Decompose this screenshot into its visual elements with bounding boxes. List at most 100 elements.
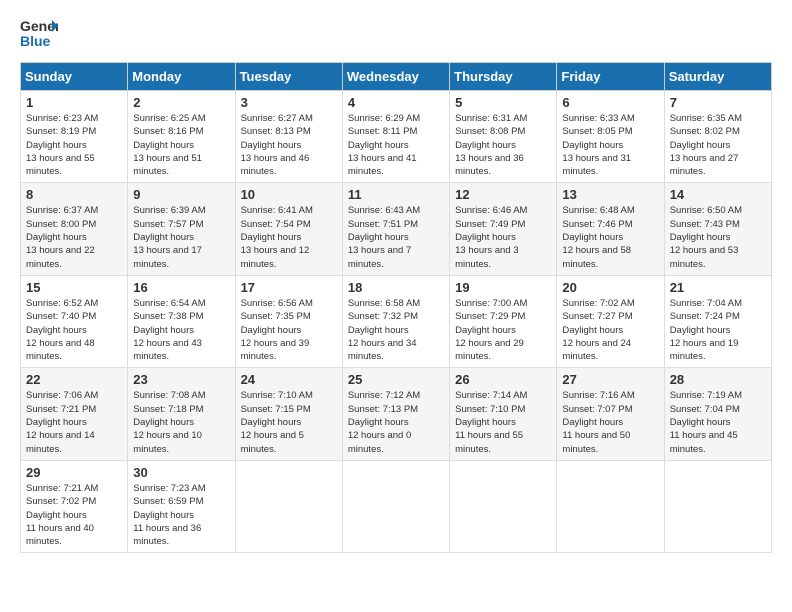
day-cell-9: 9 Sunrise: 6:39 AM Sunset: 7:57 PM Dayli…: [128, 183, 235, 275]
day-number: 12: [455, 187, 551, 202]
day-header-sunday: Sunday: [21, 63, 128, 91]
day-info: Sunrise: 7:08 AM Sunset: 7:18 PM Dayligh…: [133, 389, 229, 455]
day-cell-27: 27 Sunrise: 7:16 AM Sunset: 7:07 PM Dayl…: [557, 368, 664, 460]
day-info: Sunrise: 6:52 AM Sunset: 7:40 PM Dayligh…: [26, 297, 122, 363]
day-number: 4: [348, 95, 444, 110]
day-cell-3: 3 Sunrise: 6:27 AM Sunset: 8:13 PM Dayli…: [235, 91, 342, 183]
day-cell-4: 4 Sunrise: 6:29 AM Sunset: 8:11 PM Dayli…: [342, 91, 449, 183]
empty-cell: [450, 460, 557, 552]
day-cell-14: 14 Sunrise: 6:50 AM Sunset: 7:43 PM Dayl…: [664, 183, 771, 275]
day-info: Sunrise: 7:23 AM Sunset: 6:59 PM Dayligh…: [133, 482, 229, 548]
day-number: 7: [670, 95, 766, 110]
day-cell-13: 13 Sunrise: 6:48 AM Sunset: 7:46 PM Dayl…: [557, 183, 664, 275]
day-number: 6: [562, 95, 658, 110]
page-container: General Blue SundayMondayTuesdayWednesda…: [0, 0, 792, 565]
day-info: Sunrise: 7:14 AM Sunset: 7:10 PM Dayligh…: [455, 389, 551, 455]
day-info: Sunrise: 7:02 AM Sunset: 7:27 PM Dayligh…: [562, 297, 658, 363]
day-number: 2: [133, 95, 229, 110]
day-number: 25: [348, 372, 444, 387]
week-row-5: 29 Sunrise: 7:21 AM Sunset: 7:02 PM Dayl…: [21, 460, 772, 552]
week-row-2: 8 Sunrise: 6:37 AM Sunset: 8:00 PM Dayli…: [21, 183, 772, 275]
day-cell-20: 20 Sunrise: 7:02 AM Sunset: 7:27 PM Dayl…: [557, 275, 664, 367]
day-number: 11: [348, 187, 444, 202]
day-info: Sunrise: 7:04 AM Sunset: 7:24 PM Dayligh…: [670, 297, 766, 363]
day-cell-29: 29 Sunrise: 7:21 AM Sunset: 7:02 PM Dayl…: [21, 460, 128, 552]
day-cell-6: 6 Sunrise: 6:33 AM Sunset: 8:05 PM Dayli…: [557, 91, 664, 183]
day-cell-26: 26 Sunrise: 7:14 AM Sunset: 7:10 PM Dayl…: [450, 368, 557, 460]
day-number: 10: [241, 187, 337, 202]
day-number: 24: [241, 372, 337, 387]
day-info: Sunrise: 7:19 AM Sunset: 7:04 PM Dayligh…: [670, 389, 766, 455]
day-info: Sunrise: 6:33 AM Sunset: 8:05 PM Dayligh…: [562, 112, 658, 178]
day-number: 1: [26, 95, 122, 110]
day-info: Sunrise: 6:43 AM Sunset: 7:51 PM Dayligh…: [348, 204, 444, 270]
logo: General Blue: [20, 16, 58, 52]
day-info: Sunrise: 6:48 AM Sunset: 7:46 PM Dayligh…: [562, 204, 658, 270]
day-number: 14: [670, 187, 766, 202]
day-cell-2: 2 Sunrise: 6:25 AM Sunset: 8:16 PM Dayli…: [128, 91, 235, 183]
day-number: 22: [26, 372, 122, 387]
day-info: Sunrise: 7:21 AM Sunset: 7:02 PM Dayligh…: [26, 482, 122, 548]
day-info: Sunrise: 6:56 AM Sunset: 7:35 PM Dayligh…: [241, 297, 337, 363]
calendar-table: SundayMondayTuesdayWednesdayThursdayFrid…: [20, 62, 772, 553]
week-row-3: 15 Sunrise: 6:52 AM Sunset: 7:40 PM Dayl…: [21, 275, 772, 367]
header: General Blue: [20, 16, 772, 52]
day-number: 15: [26, 280, 122, 295]
day-cell-19: 19 Sunrise: 7:00 AM Sunset: 7:29 PM Dayl…: [450, 275, 557, 367]
empty-cell: [342, 460, 449, 552]
day-cell-7: 7 Sunrise: 6:35 AM Sunset: 8:02 PM Dayli…: [664, 91, 771, 183]
day-number: 27: [562, 372, 658, 387]
logo-svg: General Blue: [20, 16, 58, 52]
day-info: Sunrise: 6:41 AM Sunset: 7:54 PM Dayligh…: [241, 204, 337, 270]
day-info: Sunrise: 6:35 AM Sunset: 8:02 PM Dayligh…: [670, 112, 766, 178]
week-row-4: 22 Sunrise: 7:06 AM Sunset: 7:21 PM Dayl…: [21, 368, 772, 460]
svg-text:Blue: Blue: [20, 33, 51, 49]
day-cell-25: 25 Sunrise: 7:12 AM Sunset: 7:13 PM Dayl…: [342, 368, 449, 460]
day-number: 17: [241, 280, 337, 295]
day-header-wednesday: Wednesday: [342, 63, 449, 91]
day-header-thursday: Thursday: [450, 63, 557, 91]
day-info: Sunrise: 6:58 AM Sunset: 7:32 PM Dayligh…: [348, 297, 444, 363]
day-info: Sunrise: 6:37 AM Sunset: 8:00 PM Dayligh…: [26, 204, 122, 270]
empty-cell: [664, 460, 771, 552]
day-number: 30: [133, 465, 229, 480]
day-info: Sunrise: 7:12 AM Sunset: 7:13 PM Dayligh…: [348, 389, 444, 455]
day-info: Sunrise: 6:25 AM Sunset: 8:16 PM Dayligh…: [133, 112, 229, 178]
day-number: 9: [133, 187, 229, 202]
day-info: Sunrise: 6:46 AM Sunset: 7:49 PM Dayligh…: [455, 204, 551, 270]
day-cell-5: 5 Sunrise: 6:31 AM Sunset: 8:08 PM Dayli…: [450, 91, 557, 183]
day-info: Sunrise: 7:10 AM Sunset: 7:15 PM Dayligh…: [241, 389, 337, 455]
empty-cell: [235, 460, 342, 552]
day-cell-30: 30 Sunrise: 7:23 AM Sunset: 6:59 PM Dayl…: [128, 460, 235, 552]
empty-cell: [557, 460, 664, 552]
day-number: 19: [455, 280, 551, 295]
day-cell-8: 8 Sunrise: 6:37 AM Sunset: 8:00 PM Dayli…: [21, 183, 128, 275]
day-info: Sunrise: 6:54 AM Sunset: 7:38 PM Dayligh…: [133, 297, 229, 363]
days-header-row: SundayMondayTuesdayWednesdayThursdayFrid…: [21, 63, 772, 91]
day-number: 29: [26, 465, 122, 480]
day-number: 16: [133, 280, 229, 295]
day-number: 5: [455, 95, 551, 110]
day-cell-16: 16 Sunrise: 6:54 AM Sunset: 7:38 PM Dayl…: [128, 275, 235, 367]
day-info: Sunrise: 7:06 AM Sunset: 7:21 PM Dayligh…: [26, 389, 122, 455]
week-row-1: 1 Sunrise: 6:23 AM Sunset: 8:19 PM Dayli…: [21, 91, 772, 183]
day-number: 20: [562, 280, 658, 295]
day-number: 28: [670, 372, 766, 387]
day-info: Sunrise: 6:39 AM Sunset: 7:57 PM Dayligh…: [133, 204, 229, 270]
day-info: Sunrise: 6:50 AM Sunset: 7:43 PM Dayligh…: [670, 204, 766, 270]
day-header-saturday: Saturday: [664, 63, 771, 91]
day-cell-28: 28 Sunrise: 7:19 AM Sunset: 7:04 PM Dayl…: [664, 368, 771, 460]
day-info: Sunrise: 6:27 AM Sunset: 8:13 PM Dayligh…: [241, 112, 337, 178]
day-header-tuesday: Tuesday: [235, 63, 342, 91]
day-cell-18: 18 Sunrise: 6:58 AM Sunset: 7:32 PM Dayl…: [342, 275, 449, 367]
day-number: 18: [348, 280, 444, 295]
day-cell-21: 21 Sunrise: 7:04 AM Sunset: 7:24 PM Dayl…: [664, 275, 771, 367]
day-number: 26: [455, 372, 551, 387]
day-cell-1: 1 Sunrise: 6:23 AM Sunset: 8:19 PM Dayli…: [21, 91, 128, 183]
day-info: Sunrise: 7:00 AM Sunset: 7:29 PM Dayligh…: [455, 297, 551, 363]
day-number: 21: [670, 280, 766, 295]
day-number: 23: [133, 372, 229, 387]
day-cell-12: 12 Sunrise: 6:46 AM Sunset: 7:49 PM Dayl…: [450, 183, 557, 275]
day-header-monday: Monday: [128, 63, 235, 91]
day-cell-15: 15 Sunrise: 6:52 AM Sunset: 7:40 PM Dayl…: [21, 275, 128, 367]
